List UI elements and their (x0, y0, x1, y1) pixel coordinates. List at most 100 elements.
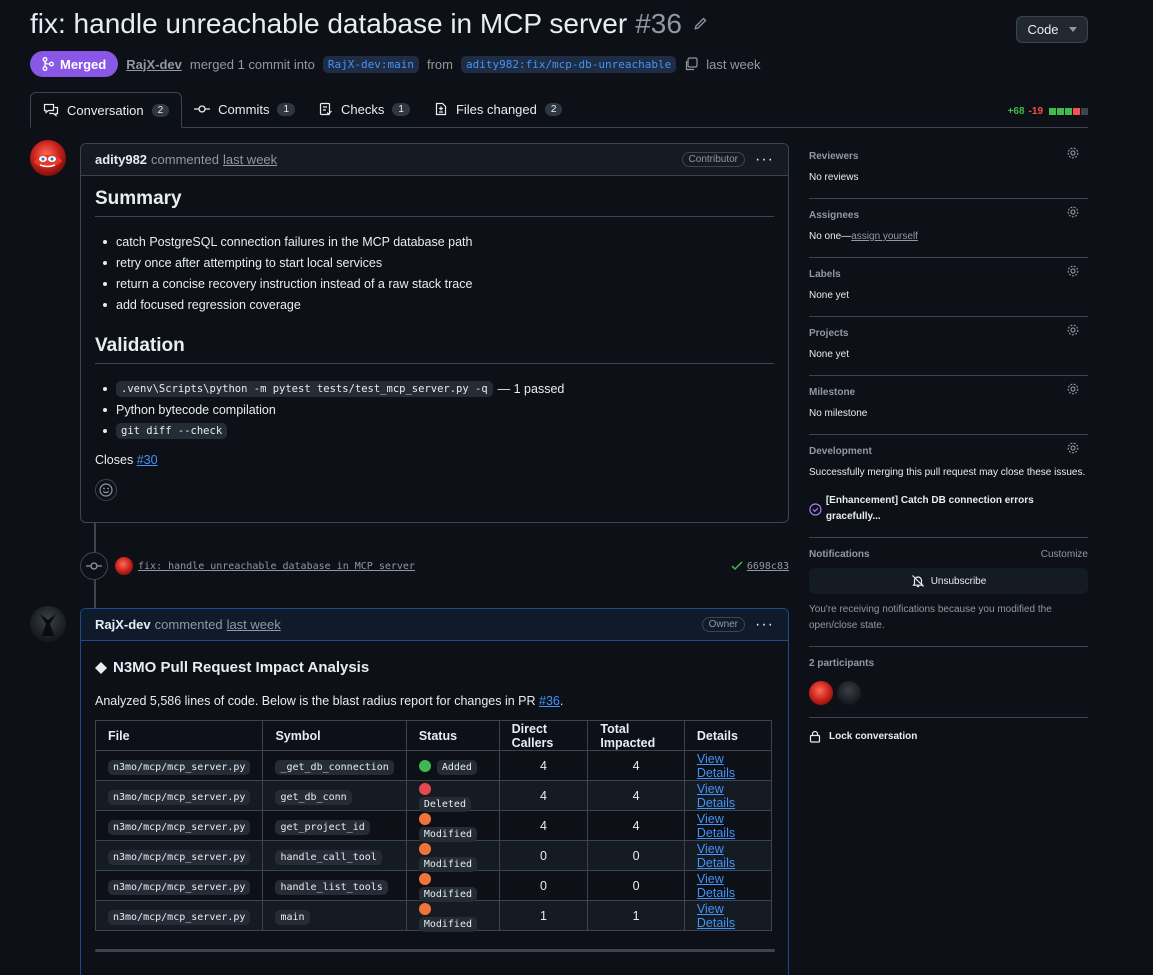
gear-icon[interactable] (1066, 205, 1080, 219)
horizontal-scrollbar[interactable] (95, 949, 775, 952)
column-header: Total Impacted (587, 720, 685, 751)
pr-title-row: fix: handle unreachable database in MCP … (30, 8, 708, 40)
issue-closed-icon (809, 502, 822, 516)
diffstat-deletions: -19 (1028, 106, 1043, 117)
customize-link[interactable]: Customize (1041, 549, 1088, 560)
symbol-name: main (275, 909, 310, 925)
tab-conversation[interactable]: Conversation 2 (30, 92, 183, 128)
lock-conversation-button[interactable]: Lock conversation (809, 718, 1088, 755)
details-cell: View Details (683, 870, 773, 901)
sidebar-labels: Labels None yet (809, 258, 1088, 317)
status-text: Modified (418, 916, 477, 932)
status-dot (418, 813, 431, 826)
status-cell: Modified (405, 810, 500, 842)
diffstat-additions: +68 (1007, 106, 1025, 117)
symbol-name: _get_db_connection (275, 759, 394, 775)
list-item: add focused regression coverage (103, 294, 774, 315)
git-commit-icon (80, 552, 108, 580)
avatar[interactable] (30, 140, 66, 176)
direct-callers: 4 (498, 810, 589, 841)
symbol-name: get_db_conn (275, 789, 352, 805)
view-details-link[interactable]: View Details (697, 872, 735, 900)
linked-issue[interactable]: [Enhancement] Catch DB connection errors… (809, 493, 1088, 525)
tab-checks-count: 1 (392, 102, 410, 116)
linked-issue-title: [Enhancement] Catch DB connection errors… (825, 495, 1034, 522)
pr-tabs: Conversation 2 Commits 1 Checks 1 Files … (30, 92, 1088, 128)
code-button[interactable]: Code (1016, 16, 1088, 43)
add-reaction-button[interactable] (95, 479, 117, 501)
base-branch[interactable]: RajX-dev:main (322, 55, 419, 73)
details-cell: View Details (683, 810, 773, 841)
tab-files-changed[interactable]: Files changed 2 (422, 91, 575, 127)
lock-icon (809, 730, 821, 743)
unsubscribe-button[interactable]: Unsubscribe (809, 568, 1088, 594)
diffstat-block (1081, 108, 1088, 115)
sidebar: Reviewers No reviews Assignees No one—as… (809, 140, 1088, 755)
tab-commits-label: Commits (218, 101, 270, 117)
milestone-value: No milestone (809, 408, 868, 419)
file-cell: n3mo/mcp/mcp_server.py (94, 840, 264, 871)
gear-icon[interactable] (1066, 323, 1080, 337)
column-header: Symbol (262, 720, 407, 751)
pr-link[interactable]: #36 (539, 694, 560, 708)
commit-author-avatar[interactable] (115, 557, 133, 575)
gear-icon[interactable] (1066, 146, 1080, 160)
kebab-menu-icon[interactable]: ··· (755, 151, 774, 169)
milestone-title: Milestone (809, 386, 856, 398)
table-row: n3mo/mcp/mcp_server.py get_db_conn Delet… (94, 780, 773, 812)
labels-title: Labels (809, 268, 841, 280)
file-path: n3mo/mcp/mcp_server.py (108, 759, 251, 775)
symbol-name: handle_call_tool (275, 849, 382, 865)
merged-label: Merged (60, 56, 107, 72)
comment-author[interactable]: adity982 (95, 152, 147, 167)
avatar[interactable] (30, 606, 66, 642)
diffstat-block (1049, 108, 1056, 115)
assign-yourself-link[interactable]: assign yourself (851, 231, 918, 242)
merge-text: merged 1 commit into (189, 56, 315, 72)
direct-callers: 0 (498, 840, 589, 871)
view-details-link[interactable]: View Details (697, 902, 735, 930)
status-dot (418, 903, 431, 916)
sidebar-development: Development Successfully merging this pu… (809, 435, 1088, 538)
head-branch[interactable]: adity982:fix/mcp-db-unreachable (460, 55, 677, 73)
gear-icon[interactable] (1066, 264, 1080, 278)
gear-icon[interactable] (1066, 441, 1080, 455)
avatar[interactable] (809, 681, 833, 705)
copy-icon[interactable] (684, 57, 698, 71)
merge-time: last week (706, 56, 761, 72)
gear-icon[interactable] (1066, 382, 1080, 396)
table-row: n3mo/mcp/mcp_server.py get_project_id Mo… (94, 810, 773, 842)
issue-link[interactable]: #30 (137, 453, 158, 467)
comment-timestamp[interactable]: last week (223, 152, 277, 167)
checklist-icon (319, 102, 332, 116)
comment-author[interactable]: RajX-dev (95, 617, 151, 632)
status-text: Deleted (418, 796, 471, 812)
view-details-link[interactable]: View Details (697, 812, 735, 840)
merge-icon (42, 57, 54, 71)
file-cell: n3mo/mcp/mcp_server.py (94, 810, 264, 841)
file-path: n3mo/mcp/mcp_server.py (108, 849, 251, 865)
status-text: Modified (418, 826, 477, 842)
total-impacted: 1 (587, 900, 685, 931)
intro-text: Analyzed 5,586 lines of code. Below is t… (95, 694, 536, 708)
projects-value: None yet (809, 349, 850, 360)
comment-body: N3MO Pull Request Impact Analysis Analyz… (81, 641, 788, 964)
comment-body: Summary catch PostgreSQL connection fail… (81, 176, 788, 513)
view-details-link[interactable]: View Details (697, 782, 735, 810)
tab-checks[interactable]: Checks 1 (307, 91, 422, 127)
view-details-link[interactable]: View Details (697, 842, 735, 870)
avatar[interactable] (837, 681, 861, 705)
tab-commits[interactable]: Commits 1 (182, 91, 307, 127)
assignees-none: No one— (809, 231, 852, 242)
table-row: n3mo/mcp/mcp_server.py main Modified 1 1… (94, 900, 773, 932)
commit-sha-link[interactable]: 6698c83 (731, 561, 789, 572)
comment-timestamp[interactable]: last week (227, 617, 281, 632)
diffstat: +68 -19 (1008, 106, 1088, 117)
list-item: return a concise recovery instruction in… (103, 273, 774, 294)
view-details-link[interactable]: View Details (697, 752, 735, 780)
commit-message-link[interactable]: fix: handle unreachable database in MCP … (138, 561, 415, 572)
author-link[interactable]: RajX-dev (126, 57, 182, 72)
pencil-icon[interactable] (692, 16, 708, 32)
total-impacted: 0 (587, 840, 685, 871)
kebab-menu-icon[interactable]: ··· (755, 616, 774, 634)
